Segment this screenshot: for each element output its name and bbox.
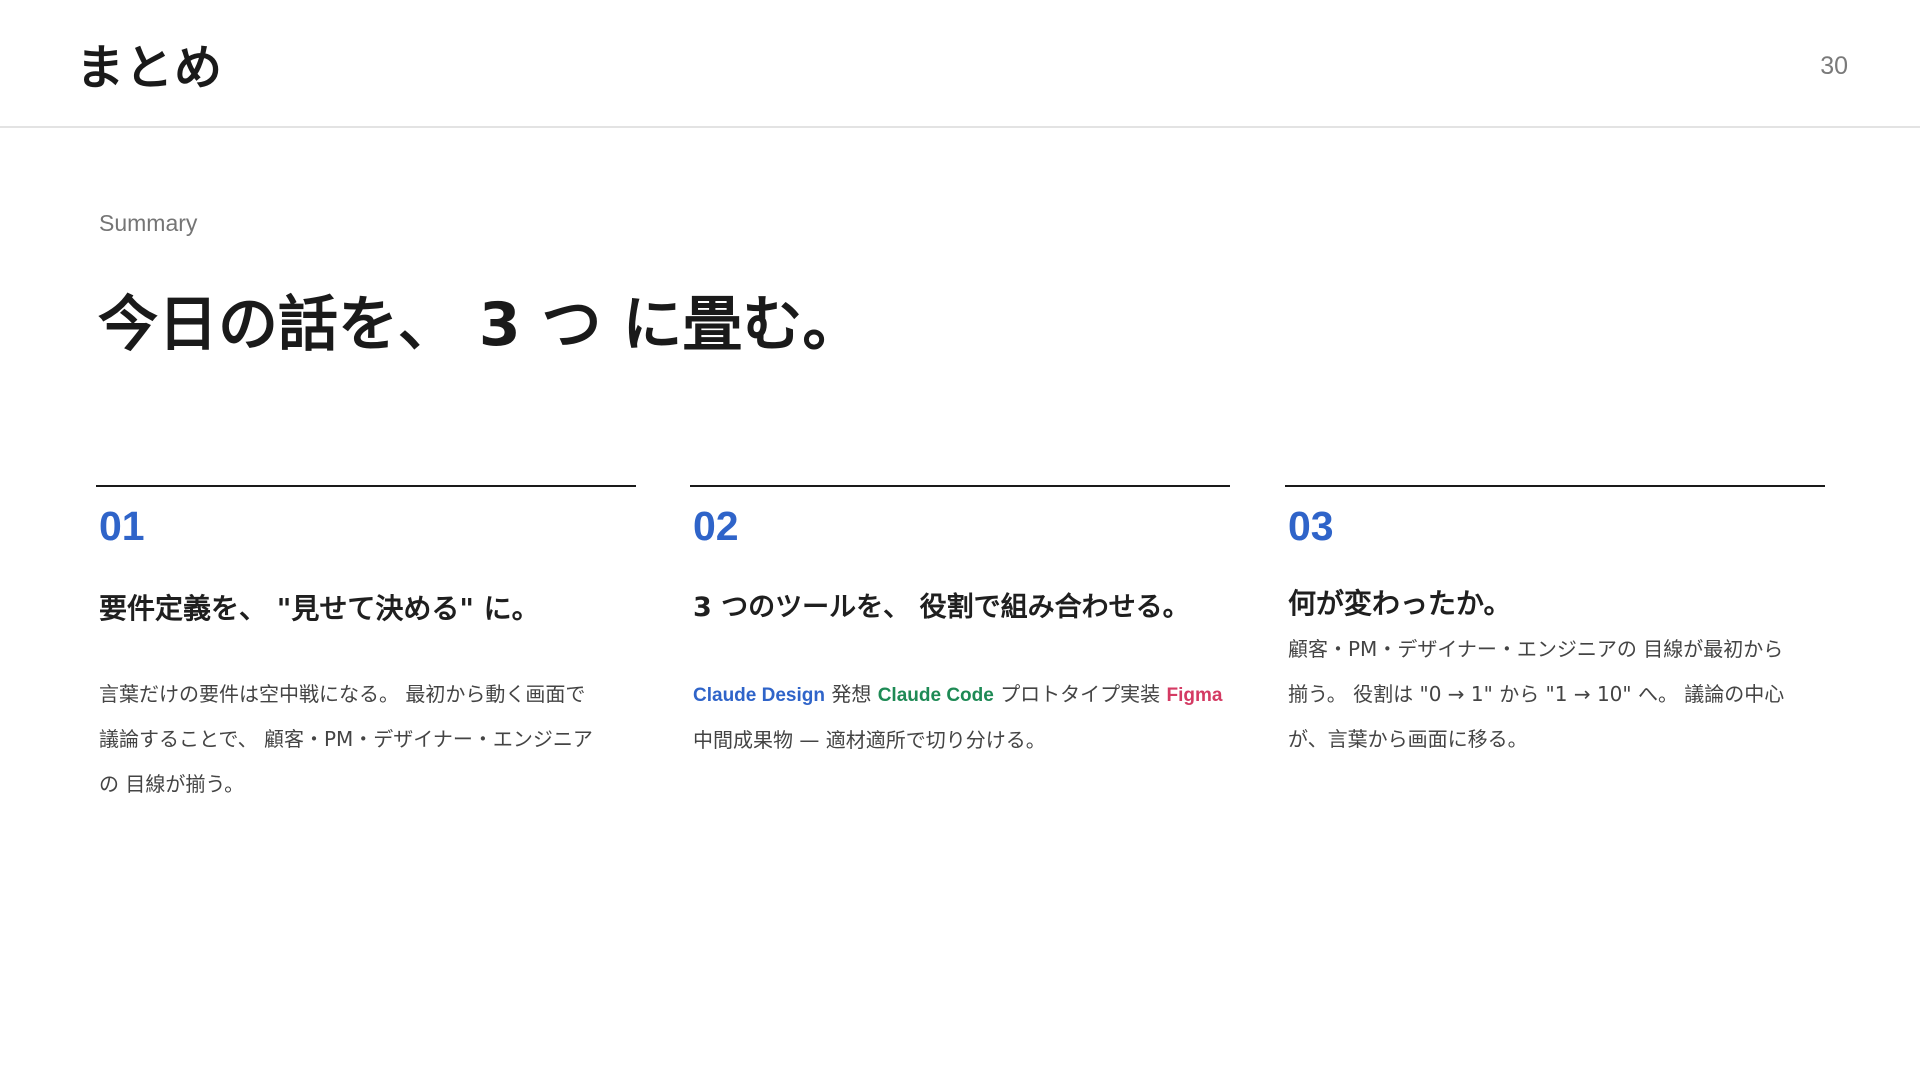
point-title: 要件定義を、 "見せて決める" に。: [99, 592, 540, 625]
body-line: Claude Design 発想 Claude Code プロトタイプ実装 Fi…: [693, 672, 1253, 718]
tool-name-figma: Figma: [1166, 685, 1223, 706]
slide-section-title: まとめ: [76, 40, 224, 96]
point-number: 01: [99, 503, 145, 549]
body-line: 揃う。 役割は "0 → 1" から "1 → 10" へ。 議論の中心: [1288, 682, 1785, 706]
page-number: 30: [1820, 52, 1848, 80]
body-line: 言葉だけの要件は空中戦になる。 最初から動く画面で: [99, 682, 586, 706]
tool-role: 発想: [831, 682, 872, 706]
tool-name-claude-design: Claude Design: [693, 685, 825, 706]
headline: 今日の話を、 3 つ に畳む。: [98, 290, 863, 360]
point-body: Claude Design 発想 Claude Code プロトタイプ実装 Fi…: [693, 672, 1253, 763]
summary-point-3: 03 何が変わったか。 顧客・PM・デザイナー・エンジニアの 目線が最初から 揃…: [1285, 485, 1825, 887]
tool-name-claude-code: Claude Code: [877, 685, 994, 706]
summary-point-2: 02 3 つのツールを、 役割で組み合わせる。 Claude Design 発想…: [690, 485, 1230, 887]
body-line: の 目線が揃う。: [99, 772, 245, 796]
tool-role: プロトタイプ実装: [1000, 682, 1161, 706]
eyebrow-label: Summary: [99, 210, 198, 236]
point-body: 言葉だけの要件は空中戦になる。 最初から動く画面で 議論することで、 顧客・PM…: [99, 672, 659, 807]
point-number: 03: [1288, 503, 1334, 549]
point-title: 3 つのツールを、 役割で組み合わせる。: [693, 592, 1190, 623]
body-line: 議論することで、 顧客・PM・デザイナー・エンジニア: [99, 727, 593, 751]
body-line: 中間成果物 — 適材適所で切り分ける。: [693, 718, 1253, 763]
slide: まとめ 30 Summary 今日の話を、 3 つ に畳む。 01 要件定義を、…: [0, 0, 1920, 1080]
body-line: 顧客・PM・デザイナー・エンジニアの 目線が最初から: [1288, 637, 1784, 661]
body-tail: — 適材適所で切り分ける。: [799, 728, 1046, 752]
point-body: 顧客・PM・デザイナー・エンジニアの 目線が最初から 揃う。 役割は "0 → …: [1288, 627, 1848, 762]
slide-header: まとめ 30: [0, 0, 1920, 128]
summary-point-1: 01 要件定義を、 "見せて決める" に。 言葉だけの要件は空中戦になる。 最初…: [96, 485, 636, 887]
body-line: が、言葉から画面に移る。: [1288, 727, 1528, 751]
point-number: 02: [693, 503, 739, 549]
point-title: 何が変わったか。: [1288, 587, 1512, 620]
tool-role: 中間成果物: [693, 728, 793, 752]
summary-columns: 01 要件定義を、 "見せて決める" に。 言葉だけの要件は空中戦になる。 最初…: [96, 485, 1825, 885]
